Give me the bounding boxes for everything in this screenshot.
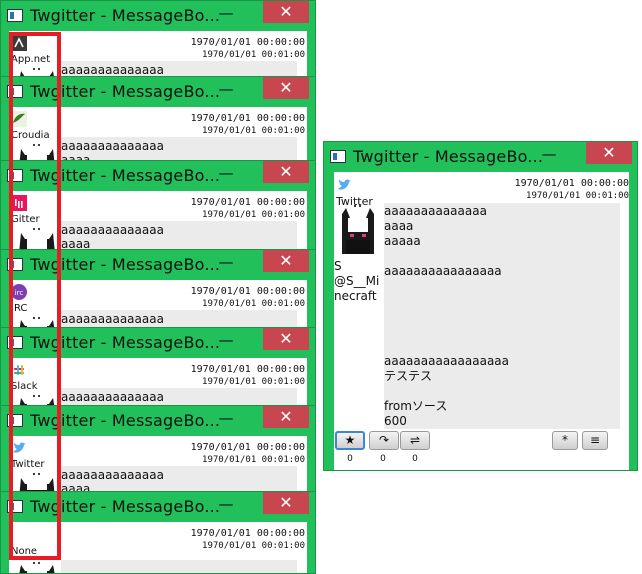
close-button[interactable]: ✕	[586, 142, 632, 164]
message-text: aaaaaaaaaaaaaa	[61, 63, 164, 77]
window-icon	[7, 9, 23, 22]
title-bar[interactable]: Twgitter - MessageBo... — ✕	[324, 142, 637, 172]
fetch-date: 1970/01/01 00:01:00	[202, 541, 305, 551]
menu-button[interactable]: ≡	[582, 431, 608, 450]
message-text: aaaaaaaaaaaaaa	[61, 390, 164, 404]
minimize-button[interactable]: —	[213, 330, 239, 352]
message-area	[61, 560, 297, 573]
minimize-button[interactable]: —	[213, 494, 239, 516]
post-date: 1970/01/01 00:00:00	[190, 442, 305, 453]
message-text: aaaaaaaaaaaaaa aaaa aaaaa aaaaaaaaaaaaaa…	[384, 204, 510, 428]
message-text: aaaaaaaaaaaaaa	[61, 312, 164, 326]
minimize-button[interactable]: —	[536, 144, 562, 166]
user-name[interactable]: S @S__Mi necraft	[334, 259, 379, 304]
minimize-button[interactable]: —	[213, 3, 239, 25]
reply-button[interactable]: ↷	[369, 431, 399, 450]
message-text: aaaaaaaaaaaaaa	[61, 223, 164, 237]
fetch-date: 1970/01/01 00:01:00	[202, 126, 305, 136]
message-text: aaaaaaaaaaaaaa	[61, 468, 164, 482]
close-button[interactable]: ✕	[263, 328, 309, 350]
post-date: 1970/01/01 00:00:00	[514, 178, 629, 189]
post-date: 1970/01/01 00:00:00	[190, 528, 305, 539]
title-bar[interactable]: Twgitter - MessageBo... — ✕	[1, 1, 315, 31]
minimize-button[interactable]: —	[213, 79, 239, 101]
message-window-detail: Twgitter - MessageBo... — ✕ Twitter 1970…	[323, 141, 638, 471]
post-date: 1970/01/01 00:00:00	[190, 286, 305, 297]
window-title: Twgitter - MessageBo...	[353, 147, 544, 166]
reply-count: 0	[380, 454, 386, 464]
fetch-date: 1970/01/01 00:01:00	[202, 299, 305, 309]
fetch-date: 1970/01/01 00:01:00	[202, 377, 305, 387]
close-button[interactable]: ✕	[263, 161, 309, 183]
close-button[interactable]: ✕	[263, 250, 309, 272]
more-button[interactable]: *	[552, 431, 578, 450]
favorite-count: 0	[347, 454, 353, 464]
minimize-button[interactable]: —	[213, 408, 239, 430]
close-button[interactable]: ✕	[263, 492, 309, 514]
post-date: 1970/01/01 00:00:00	[190, 197, 305, 208]
twitter-bird-icon	[338, 179, 351, 190]
close-button[interactable]: ✕	[263, 77, 309, 99]
fetch-date: 1970/01/01 00:01:00	[202, 210, 305, 220]
fetch-date: 1970/01/01 00:01:00	[526, 191, 629, 201]
fetch-date: 1970/01/01 00:01:00	[202, 455, 305, 465]
window-icon	[330, 150, 346, 163]
retweet-count: 0	[412, 454, 418, 464]
avatar[interactable]	[336, 204, 380, 254]
favorite-button[interactable]: ★	[335, 431, 365, 450]
minimize-button[interactable]: —	[213, 252, 239, 274]
post-date: 1970/01/01 00:00:00	[190, 37, 305, 48]
close-button[interactable]: ✕	[263, 406, 309, 428]
fetch-date: 1970/01/01 00:01:00	[202, 50, 305, 60]
avatar[interactable]	[15, 561, 59, 573]
highlight-box	[9, 32, 61, 560]
post-date: 1970/01/01 00:00:00	[190, 113, 305, 124]
post-date: 1970/01/01 00:00:00	[190, 364, 305, 375]
window-title: Twgitter - MessageBo...	[30, 6, 221, 25]
close-button[interactable]: ✕	[263, 1, 309, 23]
message-text: aaaaaaaaaaaaaa	[61, 139, 164, 153]
message-panel: Twitter 1970/01/01 00:00:00 1970/01/01 0…	[334, 172, 629, 470]
retweet-button[interactable]: ⇌	[400, 431, 430, 450]
minimize-button[interactable]: —	[213, 163, 239, 185]
